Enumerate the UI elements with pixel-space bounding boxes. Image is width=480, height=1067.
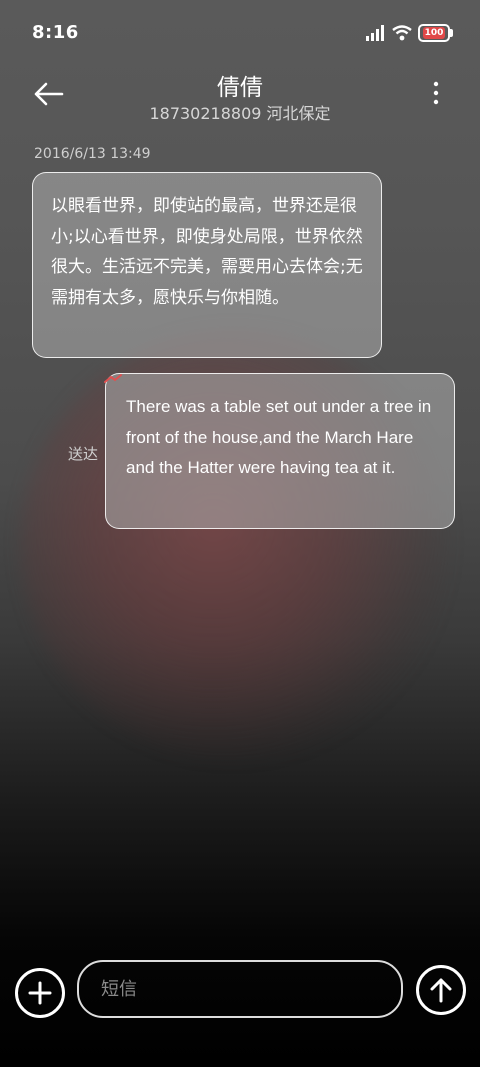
contact-info: 18730218809 河北保定 bbox=[149, 104, 331, 123]
more-vertical-icon[interactable] bbox=[428, 80, 444, 110]
battery-level: 100 bbox=[422, 27, 446, 39]
arrow-up-circle-icon[interactable] bbox=[416, 965, 466, 1015]
status-time: 8:16 bbox=[32, 22, 79, 43]
composer-bar bbox=[0, 958, 480, 1022]
signal-icon bbox=[366, 25, 384, 41]
message-timestamp: 2016/6/13 13:49 bbox=[34, 146, 151, 162]
conversation-header: 倩倩 18730218809 河北保定 bbox=[0, 66, 480, 130]
plus-icon bbox=[28, 981, 52, 1005]
received-message-bubble[interactable]: 以眼看世界，即使站的最高，世界还是很小;以心看世界，即使身处局限，世界依然很大。… bbox=[32, 172, 382, 358]
status-icons: 100 bbox=[366, 24, 453, 42]
plus-circle-icon[interactable] bbox=[15, 968, 65, 1018]
sent-message-bubble[interactable]: There was a table set out under a tree i… bbox=[105, 373, 455, 529]
sent-mark-icon bbox=[104, 374, 122, 383]
sent-message-text: There was a table set out under a tree i… bbox=[126, 397, 432, 477]
send-arrow-icon bbox=[430, 978, 452, 1003]
received-message-text: 以眼看世界，即使站的最高，世界还是很小;以心看世界，即使身处局限，世界依然很大。… bbox=[51, 196, 363, 308]
battery-icon: 100 bbox=[418, 24, 453, 42]
wifi-icon bbox=[392, 25, 412, 41]
contact-name: 倩倩 bbox=[217, 75, 263, 101]
delivery-status: 送达 bbox=[68, 445, 99, 463]
status-bar: 8:16 100 bbox=[0, 0, 480, 66]
message-input[interactable] bbox=[77, 960, 403, 1018]
